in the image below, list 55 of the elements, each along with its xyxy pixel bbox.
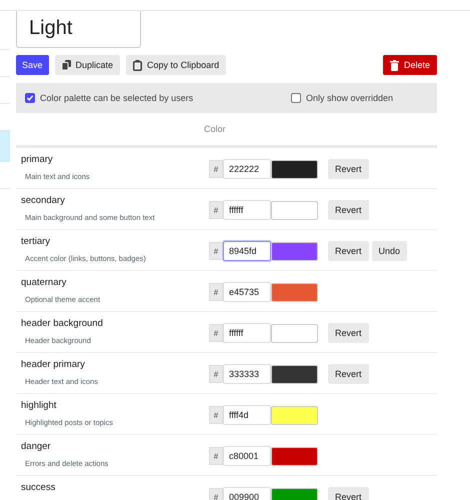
delete-button[interactable]: Delete [382, 55, 437, 75]
clipboard-icon [133, 60, 142, 70]
hash-prefix: # [209, 242, 223, 260]
color-name: highlight [21, 400, 58, 411]
checkbox[interactable] [290, 93, 301, 103]
revert-button[interactable]: Revert [328, 323, 369, 343]
color-name: secondary [21, 195, 66, 206]
hex-input[interactable]: ffffff [223, 200, 271, 220]
color-swatch[interactable] [271, 282, 318, 302]
hex-input[interactable]: c80001 [223, 446, 271, 466]
hash-prefix: # [209, 365, 223, 383]
color-name: tertiary [21, 236, 52, 247]
revert-button[interactable]: Revert [328, 487, 369, 500]
color-swatch[interactable] [271, 160, 318, 178]
hash-prefix: # [209, 324, 223, 342]
color-swatch[interactable] [271, 406, 318, 424]
color-swatch[interactable] [271, 200, 318, 220]
copy-icon [62, 60, 71, 70]
checkbox-label: Only show overridden [306, 93, 393, 103]
hash-prefix: # [209, 488, 223, 500]
column-header: Color [204, 124, 226, 134]
hex-input[interactable]: ffffff [223, 323, 271, 343]
hash-prefix: # [209, 406, 223, 424]
copy-to-clipboard-button[interactable]: Copy to Clipboard [126, 55, 226, 75]
color-name: success [21, 482, 56, 493]
hex-input[interactable]: 8945fd [223, 241, 271, 261]
hex-input[interactable]: ffff4d [223, 405, 271, 425]
hash-prefix: # [209, 283, 223, 301]
color-swatch[interactable] [271, 364, 318, 384]
color-name: danger [21, 441, 52, 452]
trash-icon [390, 60, 399, 70]
color-name: header background [21, 318, 104, 329]
revert-button[interactable]: Revert [328, 200, 369, 220]
hash-prefix: # [209, 160, 223, 178]
color-swatch[interactable] [271, 324, 318, 342]
name-field[interactable]: Light [16, 11, 141, 48]
hex-input[interactable]: 009900 [223, 487, 271, 500]
revert-button[interactable]: Revert [328, 241, 369, 261]
color-name: header primary [21, 359, 86, 370]
checkbox-label: Color palette can be selected by users [40, 93, 194, 103]
save-button[interactable]: Save [16, 55, 49, 75]
duplicate-button[interactable]: Duplicate [54, 55, 120, 75]
color-swatch[interactable] [271, 446, 318, 466]
revert-button[interactable]: Revert [328, 159, 369, 179]
hash-prefix: # [209, 447, 223, 465]
hex-input[interactable]: e45735 [223, 282, 271, 302]
hash-prefix: # [209, 201, 223, 219]
color-name: primary [21, 154, 54, 165]
hex-input[interactable]: 222222 [223, 159, 271, 179]
hex-input[interactable]: 333333 [223, 364, 271, 384]
undo-button[interactable]: Undo [372, 241, 408, 261]
color-name: quaternary [21, 277, 68, 288]
revert-button[interactable]: Revert [328, 364, 369, 384]
checkbox[interactable] [25, 93, 35, 103]
color-swatch[interactable] [271, 242, 318, 260]
